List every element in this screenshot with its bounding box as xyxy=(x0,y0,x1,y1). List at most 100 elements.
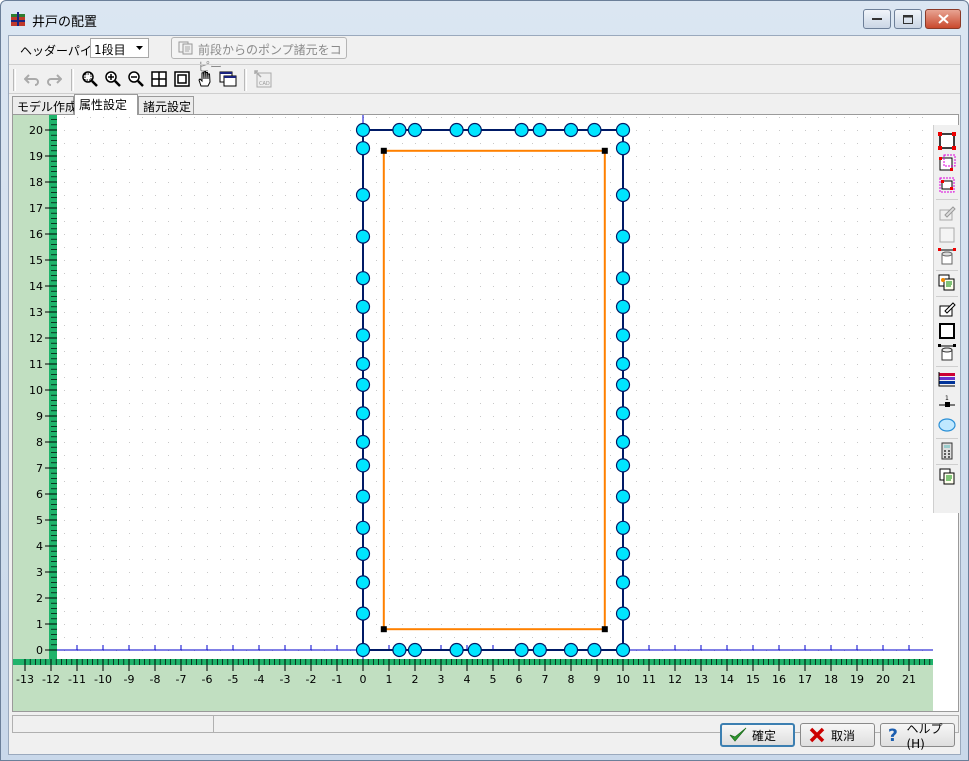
x-tick-label: 3 xyxy=(438,673,445,686)
grid-dot xyxy=(701,416,702,417)
window-layout-icon xyxy=(219,71,237,87)
grid-dot xyxy=(909,195,910,196)
grid-dot xyxy=(753,481,754,482)
grid-dot xyxy=(389,208,390,209)
select-rect-button[interactable] xyxy=(937,131,957,151)
edit-pipe-button[interactable] xyxy=(937,299,957,319)
grid-dot xyxy=(922,611,923,612)
undo-button[interactable] xyxy=(22,69,42,89)
wall-depth-button[interactable] xyxy=(937,247,957,267)
grid-dot xyxy=(792,416,793,417)
grid-dot xyxy=(207,286,208,287)
title-bar[interactable]: 井戸の配置 xyxy=(1,1,968,35)
toolbar-grip[interactable] xyxy=(13,69,16,91)
grid-dot xyxy=(506,442,507,443)
copy-well-button[interactable] xyxy=(937,467,957,487)
grid-dot xyxy=(246,403,247,404)
tab-model-creation[interactable]: モデル作成 xyxy=(12,96,77,114)
grid-dot xyxy=(233,624,234,625)
grid-dot xyxy=(571,143,572,144)
grid-dot xyxy=(571,338,572,339)
close-button[interactable] xyxy=(925,9,961,29)
layer-settings-button[interactable] xyxy=(937,369,957,389)
ok-button[interactable]: 確定 xyxy=(720,723,795,747)
help-button[interactable]: ? ヘルプ(H) xyxy=(880,722,955,751)
grid-dot xyxy=(285,624,286,625)
redo-button[interactable] xyxy=(44,69,64,89)
grid-dot xyxy=(610,507,611,508)
grid-dot xyxy=(766,546,767,547)
minimize-button[interactable] xyxy=(863,9,891,29)
zoom-fit-button[interactable] xyxy=(80,69,100,89)
grid-dot xyxy=(220,533,221,534)
grid-dot xyxy=(909,299,910,300)
grid-dot xyxy=(233,299,234,300)
tab-spec-settings[interactable]: 諸元設定 xyxy=(138,96,194,114)
zoom-out-button[interactable] xyxy=(126,69,146,89)
grid-dot xyxy=(870,351,871,352)
well-circle-button[interactable] xyxy=(937,415,957,435)
grid-dot xyxy=(428,312,429,313)
grid-dot xyxy=(571,611,572,612)
grid-dot xyxy=(597,156,598,157)
grid-dot xyxy=(649,390,650,391)
grid-dot xyxy=(818,377,819,378)
grid-dot xyxy=(779,195,780,196)
resize-area-button[interactable] xyxy=(937,175,957,195)
x-tick-label: 19 xyxy=(850,673,864,686)
window-layout-button[interactable] xyxy=(218,69,238,89)
move-area-button[interactable] xyxy=(937,153,957,173)
grid-dot xyxy=(64,546,65,547)
grid-dot xyxy=(792,520,793,521)
grid-dot xyxy=(454,338,455,339)
grid-dot xyxy=(519,572,520,573)
grid-dot xyxy=(844,156,845,157)
grid-dot xyxy=(168,195,169,196)
grid-dot xyxy=(298,182,299,183)
maximize-button[interactable] xyxy=(894,9,922,29)
cad-export-button[interactable]: CAD xyxy=(253,69,273,89)
grid-dot xyxy=(168,442,169,443)
area-square-button[interactable] xyxy=(937,225,957,245)
grid-dot xyxy=(428,442,429,443)
copy-from-previous-button[interactable]: 前段からのポンプ諸元をコピー xyxy=(171,37,347,74)
drawing-canvas[interactable]: 0 1 2 3 4 5 6 7 8 9 10 11 12 13 14 15 16 17 18 19 20 -13 -12 -1… xyxy=(12,114,960,712)
grid-dot xyxy=(259,546,260,547)
well-point-button[interactable]: 1 xyxy=(937,393,957,413)
grid-dot xyxy=(675,169,676,170)
grid-dot xyxy=(246,520,247,521)
zoom-in-button[interactable] xyxy=(103,69,123,89)
grid-dot xyxy=(896,481,897,482)
stage-select[interactable]: 1段目 xyxy=(90,38,149,58)
grid-dot xyxy=(675,572,676,573)
toolbar-grip[interactable] xyxy=(71,69,74,91)
well-layout-plot[interactable]: 01234567891011121314151617181920-13 -12 -1… xyxy=(13,115,958,711)
grid-dot xyxy=(116,572,117,573)
grid-dot xyxy=(337,260,338,261)
grid-dot xyxy=(129,559,130,560)
grid-dot xyxy=(558,611,559,612)
toolbar-grip[interactable] xyxy=(244,69,247,91)
grid-dot xyxy=(727,585,728,586)
grid-dot xyxy=(467,117,468,118)
pipe-rect-button[interactable] xyxy=(937,321,957,341)
x-tick-label: 7 xyxy=(542,673,549,686)
fit-window-button[interactable] xyxy=(172,69,192,89)
tab-attribute-settings[interactable]: 属性設定 xyxy=(74,94,138,115)
grid-view-button[interactable] xyxy=(149,69,169,89)
grid-dot xyxy=(207,611,208,612)
grid-dot xyxy=(64,221,65,222)
pipe-depth-button[interactable] xyxy=(937,343,957,363)
grid-dot xyxy=(181,286,182,287)
calculator-button[interactable] xyxy=(937,441,957,461)
cancel-button[interactable]: 取消 xyxy=(800,723,875,747)
grid-dot xyxy=(493,624,494,625)
edit-area-button[interactable] xyxy=(937,203,957,223)
grid-dot xyxy=(584,416,585,417)
grid-dot xyxy=(818,364,819,365)
grid-dot xyxy=(480,468,481,469)
grid-dot xyxy=(519,117,520,118)
copy-area-button[interactable] xyxy=(937,273,957,293)
grid-dot xyxy=(272,390,273,391)
pan-button[interactable] xyxy=(195,69,215,89)
